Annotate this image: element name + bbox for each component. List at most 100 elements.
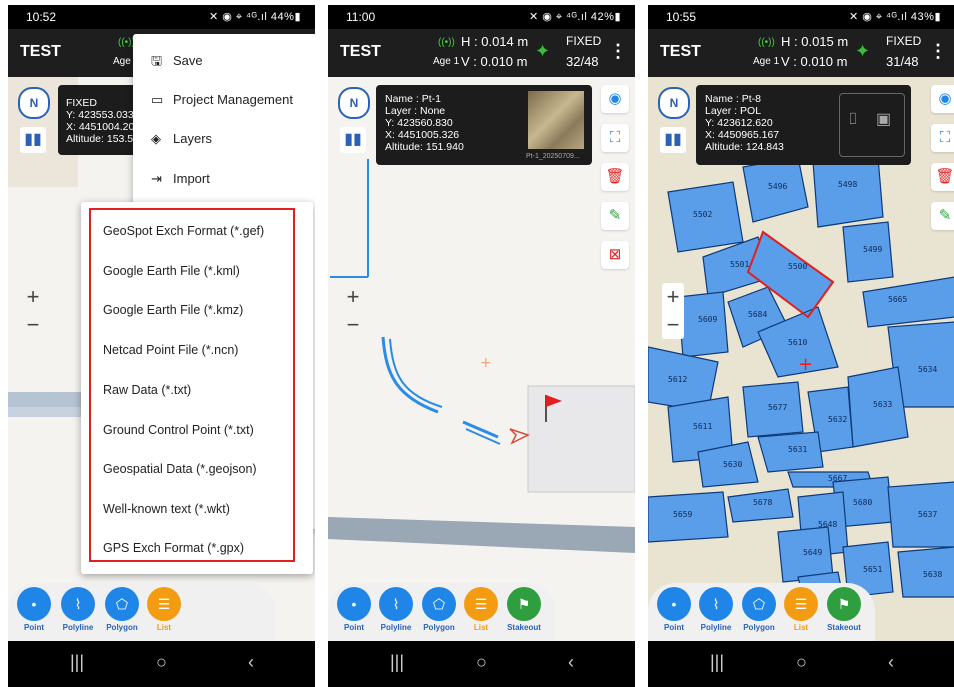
toolbar-label: List: [793, 623, 809, 632]
parcel-polygon[interactable]: [677, 291, 729, 358]
zoom-in-button[interactable]: +: [22, 283, 44, 311]
h-accuracy: H : 0.015 m: [781, 34, 849, 49]
add-gallery-photo-icon[interactable]: ▣: [876, 112, 891, 128]
format-ncn[interactable]: Netcad Point File (*.ncn): [103, 343, 238, 357]
app-bar: TEST ((•)) H : 0.015 m Age 1 V : 0.010 m…: [648, 29, 954, 77]
polyline-icon: ⌇: [379, 587, 413, 621]
flag-icon: ⚑: [507, 587, 541, 621]
edit-icon[interactable]: ✎: [931, 202, 954, 230]
phone-screen-2: 11:00 ✕ ◉ ⌖ ⁴ᴳ.ıl 42%▮ TEST ((•)) H : 0.…: [328, 5, 635, 687]
status-bar: 10:55 ✕ ◉ ⌖ ⁴ᴳ.ıl 43%▮: [648, 5, 954, 29]
format-kmz[interactable]: Google Earth File (*.kmz): [103, 303, 243, 317]
point-button[interactable]: • Point: [334, 587, 374, 632]
parcel-label: 5611: [693, 422, 712, 431]
age-label: Age: [113, 56, 131, 67]
parcel-label: 5632: [828, 415, 847, 424]
home-icon[interactable]: ○: [476, 652, 487, 673]
format-wkt[interactable]: Well-known text (*.wkt): [103, 502, 230, 516]
satellite-icon: ✦: [855, 41, 871, 61]
compass-icon[interactable]: N: [338, 87, 370, 119]
zoom-out-button[interactable]: −: [342, 311, 364, 339]
polyline-button[interactable]: ⌇ Polyline: [696, 587, 736, 632]
polygon-icon: ⬠: [742, 587, 776, 621]
status-time: 10:55: [666, 10, 697, 24]
delete-icon[interactable]: 🗑: [601, 163, 629, 191]
compass-icon[interactable]: N: [18, 87, 50, 119]
parcel-label: 5630: [723, 460, 742, 469]
v-accuracy: V : 0.010 m: [781, 54, 848, 69]
h-accuracy: H : 0.014 m: [461, 34, 529, 49]
polygon-button[interactable]: ⬠ Polygon: [102, 587, 142, 632]
home-icon[interactable]: ○: [156, 652, 167, 673]
stakeout-button[interactable]: ⚑ Stakeout: [824, 587, 864, 632]
point-button[interactable]: • Point: [654, 587, 694, 632]
recents-icon[interactable]: |||: [390, 652, 404, 673]
list-button[interactable]: ☰ List: [144, 587, 184, 632]
fit-extent-icon[interactable]: ⛶: [601, 124, 629, 152]
map-layers-button[interactable]: ▮▮: [660, 127, 686, 153]
map-layers-button[interactable]: ▮▮: [340, 127, 366, 153]
list-icon: ☰: [464, 587, 498, 621]
point-photo-thumbnail[interactable]: [528, 91, 584, 149]
map-layers-button[interactable]: ▮▮: [20, 127, 46, 153]
list-button[interactable]: ☰ List: [781, 587, 821, 632]
delete-icon[interactable]: 🗑: [931, 163, 954, 191]
compass-icon[interactable]: N: [658, 87, 690, 119]
v-accuracy: V : 0.010 m: [461, 54, 528, 69]
zoom-in-button[interactable]: +: [342, 283, 364, 311]
svg-text:+: +: [480, 355, 492, 371]
zoom-out-button[interactable]: −: [662, 311, 684, 339]
parcel-label: 5633: [873, 400, 892, 409]
zoom-out-button[interactable]: −: [22, 311, 44, 339]
menu-item-import[interactable]: ⇥ Import: [151, 171, 210, 187]
format-gef[interactable]: GeoSpot Exch Format (*.gef): [103, 224, 264, 238]
fit-extent-icon[interactable]: ⛶: [931, 124, 954, 152]
menu-item-layers[interactable]: ◈ Layers: [151, 131, 212, 147]
parcel-polygon[interactable]: [812, 156, 884, 228]
more-menu-icon[interactable]: ⋮: [609, 41, 627, 62]
status-time: 10:52: [26, 10, 57, 24]
format-raw-txt[interactable]: Raw Data (*.txt): [103, 383, 191, 397]
toolbar-label: Point: [344, 623, 364, 632]
point-button[interactable]: • Point: [14, 587, 54, 632]
polygon-button[interactable]: ⬠ Polygon: [739, 587, 779, 632]
menu-item-save[interactable]: 🖫 Save: [151, 52, 203, 74]
polyline-button[interactable]: ⌇ Polyline: [58, 587, 98, 632]
locate-icon[interactable]: ◉: [601, 85, 629, 113]
recents-icon[interactable]: |||: [70, 652, 84, 673]
zoom-controls: + −: [662, 283, 684, 339]
parcel-label: 5634: [918, 365, 937, 374]
back-icon[interactable]: ‹: [568, 652, 574, 673]
altitude: Altitude: 124.843: [705, 141, 784, 153]
recents-icon[interactable]: |||: [710, 652, 724, 673]
parcel-polygon[interactable]: [862, 276, 954, 328]
parcel-label: 5501: [730, 260, 749, 269]
stakeout-button[interactable]: ⚑ Stakeout: [504, 587, 544, 632]
format-kml[interactable]: Google Earth File (*.kml): [103, 264, 240, 278]
right-tools: ◉ ⛶ 🗑 ✎: [931, 85, 954, 241]
zoom-in-button[interactable]: +: [662, 283, 684, 311]
app-bar: TEST ((•)) H : 0.014 m Age 1 V : 0.010 m…: [328, 29, 635, 77]
menu-item-project-management[interactable]: ▭ Project Management: [151, 92, 293, 108]
parcel-label: 5659: [673, 510, 692, 519]
status-icons: ✕ ◉ ⌖ ⁴ᴳ.ıl 44%▮: [208, 11, 301, 23]
format-gpx[interactable]: GPS Exch Format (*.gpx): [103, 541, 244, 555]
back-icon[interactable]: ‹: [888, 652, 894, 673]
edit-icon[interactable]: ✎: [601, 202, 629, 230]
parcel-label: 5612: [668, 375, 687, 384]
home-icon[interactable]: ○: [796, 652, 807, 673]
format-geojson[interactable]: Geospatial Data (*.geojson): [103, 462, 257, 476]
clear-selection-icon[interactable]: ⊠: [601, 241, 629, 269]
polygon-button[interactable]: ⬠ Polygon: [419, 587, 459, 632]
app-title: TEST: [660, 43, 701, 60]
polyline-button[interactable]: ⌇ Polyline: [376, 587, 416, 632]
coord-y: Y: 423553.033: [66, 109, 134, 121]
phone-screen-3: 10:55 ✕ ◉ ⌖ ⁴ᴳ.ıl 43%▮ TEST ((•)) H : 0.…: [648, 5, 954, 687]
locate-icon[interactable]: ◉: [931, 85, 954, 113]
add-camera-photo-icon[interactable]: ⌷: [848, 112, 858, 128]
back-icon[interactable]: ‹: [248, 652, 254, 673]
list-button[interactable]: ☰ List: [461, 587, 501, 632]
more-menu-icon[interactable]: ⋮: [929, 41, 947, 62]
format-gcp-txt[interactable]: Ground Control Point (*.txt): [103, 423, 254, 437]
toolbar-label: Polygon: [423, 623, 455, 632]
